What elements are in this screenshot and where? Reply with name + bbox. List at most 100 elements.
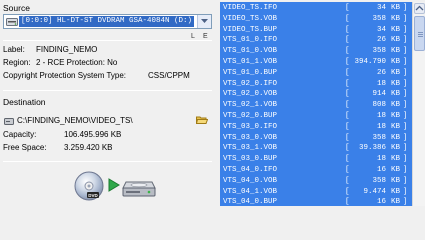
file-size: 914 <box>372 90 386 99</box>
bracket-close: ] <box>403 47 408 56</box>
file-list-row[interactable]: VTS_04_0.BUP [16 KB] <box>220 197 412 206</box>
destination-path[interactable]: C:\FINDING_NEMO\VIDEO_TS\ <box>17 116 133 126</box>
free-space-value: 3.259.420 KB <box>64 143 113 152</box>
file-list-row[interactable]: VTS_01_0.VOB [358 KB] <box>220 46 412 56</box>
file-size: 18 <box>376 122 386 131</box>
bracket-open: [ <box>345 101 350 110</box>
file-size-unit: KB <box>391 58 401 66</box>
play-arrow-icon[interactable] <box>108 178 120 192</box>
bracket-open: [ <box>345 166 350 174</box>
file-name: VTS_02_0.VOB <box>223 90 278 99</box>
file-size-unit: KB <box>391 112 401 120</box>
file-name: VTS_01_0.BUP <box>223 68 278 77</box>
source-drive-select[interactable]: [0:0:0] HL-DT-ST DVDRAM GSA-4084N (D:) <box>3 14 212 29</box>
destination-group-title: Destination <box>3 97 46 107</box>
bracket-open: [ <box>345 112 350 120</box>
dropdown-button[interactable] <box>197 15 211 28</box>
bracket-open: [ <box>345 133 350 142</box>
file-list-row[interactable]: VIDEO_TS.VOB [358 KB] <box>220 14 412 24</box>
bracket-close: ] <box>403 36 408 45</box>
bracket-close: ] <box>403 14 408 23</box>
file-size: 18 <box>376 79 386 88</box>
dvd-drive-icon <box>6 17 18 27</box>
file-list-row[interactable]: VIDEO_TS.BUP [34 KB] <box>220 25 412 35</box>
scroll-up-button[interactable] <box>414 3 425 14</box>
bracket-open: [ <box>345 187 350 196</box>
folder-open-icon[interactable] <box>195 115 209 125</box>
bracket-close: ] <box>403 58 408 66</box>
divider <box>3 90 212 91</box>
file-list-row[interactable]: VTS_01_0.BUP [26 KB] <box>220 68 412 78</box>
file-list[interactable]: VIDEO_TS.IFO[34 KB] VIDEO_TS.VOB[358 KB] VID… <box>220 2 412 206</box>
hard-disk-icon <box>4 118 14 125</box>
scroll-thumb[interactable] <box>414 16 425 51</box>
file-size: 358 <box>372 133 386 142</box>
bracket-open: [ <box>345 68 350 77</box>
bracket-close: ] <box>403 122 408 131</box>
file-list-row[interactable]: VTS_02_1.VOB [808 KB] <box>220 100 412 110</box>
file-list-row[interactable]: VTS_01_1.VOB [394.790 KB] <box>220 57 412 67</box>
disc-label-caption: Label: <box>3 45 25 54</box>
file-list-row[interactable]: VTS_04_0.VOB [358 KB] <box>220 176 412 186</box>
file-name: VTS_02_0.IFO <box>223 79 278 88</box>
file-size: 808 <box>372 101 386 110</box>
bracket-open: [ <box>345 25 350 34</box>
bracket-open: [ <box>345 198 350 206</box>
file-name: VTS_04_0.IFO <box>223 166 278 174</box>
bracket-open: [ <box>345 155 350 164</box>
file-list-scrollbar[interactable] <box>412 2 425 206</box>
bracket-open: [ <box>345 79 350 88</box>
bracket-close: ] <box>403 101 408 110</box>
file-size: 394.790 <box>354 58 386 66</box>
hard-drive-icon[interactable] <box>122 176 156 198</box>
file-name: VTS_04_0.BUP <box>223 198 278 206</box>
file-list-row[interactable]: VTS_04_1.VOB [9.474 KB] <box>220 187 412 197</box>
divider <box>3 40 212 41</box>
file-list-row[interactable]: VTS_02_0.BUP [18 KB] <box>220 111 412 121</box>
file-size-unit: KB <box>391 25 401 34</box>
file-size: 18 <box>376 155 386 164</box>
bracket-open: [ <box>345 14 350 23</box>
file-list-row[interactable]: VTS_02_0.IFO [18 KB] <box>220 79 412 89</box>
file-list-row[interactable]: VTS_01_0.IFO [26 KB] <box>220 35 412 45</box>
file-name: VIDEO_TS.BUP <box>223 25 278 34</box>
bracket-close: ] <box>403 155 408 164</box>
bracket-open: [ <box>345 176 350 185</box>
file-name: VTS_01_1.VOB <box>223 58 278 66</box>
divider <box>3 161 212 162</box>
bracket-close: ] <box>403 198 408 206</box>
file-list-row[interactable]: VTS_03_0.IFO [18 KB] <box>220 122 412 132</box>
file-size-unit: KB <box>391 79 401 88</box>
file-name: VTS_02_0.BUP <box>223 112 278 120</box>
file-name: VIDEO_TS.VOB <box>223 14 278 23</box>
file-list-row[interactable]: VTS_02_0.VOB [914 KB] <box>220 89 412 99</box>
file-size-unit: KB <box>391 4 401 12</box>
bracket-close: ] <box>403 187 408 196</box>
file-list-row[interactable]: VTS_03_1.VOB [39.386 KB] <box>220 143 412 153</box>
file-list-row[interactable]: VTS_04_0.IFO [16 KB] <box>220 165 412 175</box>
bracket-close: ] <box>403 166 408 174</box>
bracket-open: [ <box>345 4 350 12</box>
file-size: 39.386 <box>358 144 386 153</box>
file-size-unit: KB <box>391 176 401 185</box>
file-size-unit: KB <box>391 133 401 142</box>
file-size-unit: KB <box>391 144 401 153</box>
bracket-close: ] <box>403 112 408 120</box>
file-list-row[interactable]: VTS_03_0.VOB [358 KB] <box>220 133 412 143</box>
bracket-close: ] <box>403 4 408 12</box>
file-name: VIDEO_TS.IFO <box>223 4 278 12</box>
chevron-up-icon <box>415 5 424 11</box>
file-list-row[interactable]: VTS_03_0.BUP [18 KB] <box>220 154 412 164</box>
file-name: VTS_01_0.VOB <box>223 47 278 56</box>
file-list-row[interactable]: VIDEO_TS.IFO [34 KB] <box>220 3 412 13</box>
selected-drive-label: [0:0:0] HL-DT-ST DVDRAM GSA-4084N (D:) <box>19 16 195 27</box>
file-name: VTS_03_0.BUP <box>223 155 278 164</box>
chevron-down-icon <box>201 19 208 23</box>
bracket-open: [ <box>345 90 350 99</box>
dvd-disc-icon[interactable]: DVD <box>73 170 105 202</box>
file-size-unit: KB <box>391 47 401 56</box>
file-name: VTS_03_0.IFO <box>223 122 278 131</box>
region-caption: Region: <box>3 58 31 67</box>
file-size-unit: KB <box>391 187 401 196</box>
bracket-open: [ <box>345 58 350 66</box>
